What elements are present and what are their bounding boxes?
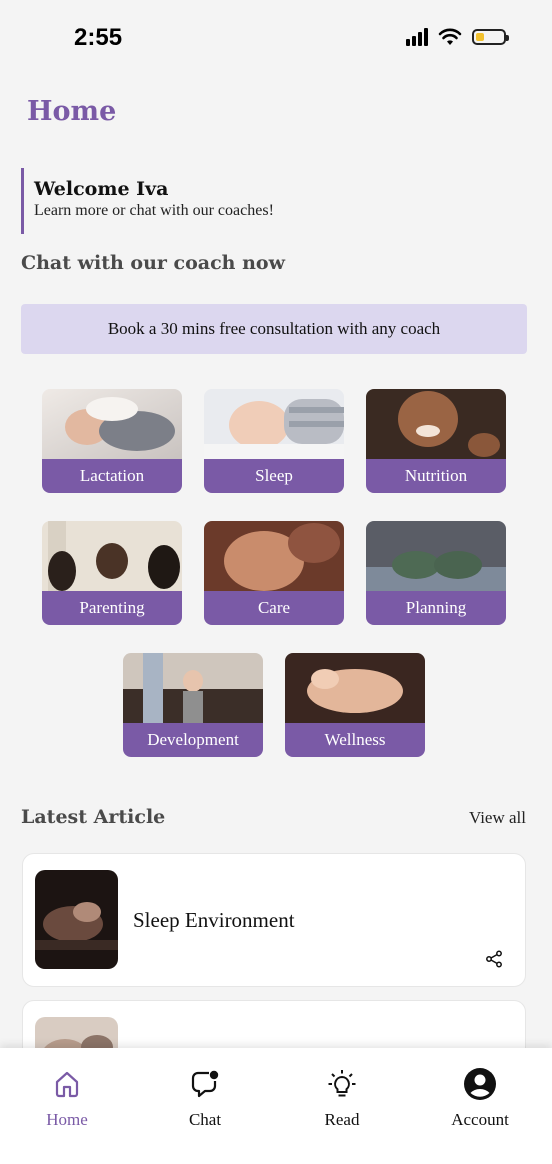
lightbulb-icon xyxy=(328,1070,356,1097)
category-nutrition[interactable]: Nutrition xyxy=(366,389,506,493)
category-label: Nutrition xyxy=(366,459,506,493)
bottom-nav: Home Chat Read Account xyxy=(0,1048,552,1164)
wellness-image xyxy=(285,653,425,723)
category-care[interactable]: Care xyxy=(204,521,344,625)
category-label: Lactation xyxy=(42,459,182,493)
category-development[interactable]: Development xyxy=(123,653,263,757)
article-card[interactable]: Sleep Environment xyxy=(22,853,526,987)
account-icon xyxy=(464,1068,496,1100)
lactation-image xyxy=(42,389,182,459)
view-all-link[interactable]: View all xyxy=(469,808,526,828)
category-label: Wellness xyxy=(285,723,425,757)
category-sleep[interactable]: Sleep xyxy=(204,389,344,493)
category-wellness[interactable]: Wellness xyxy=(285,653,425,757)
coach-section-title: Chat with our coach now xyxy=(21,252,285,274)
status-icons xyxy=(406,28,509,46)
care-image xyxy=(204,521,344,591)
nav-chat[interactable]: Chat xyxy=(145,1066,265,1130)
signal-icon xyxy=(406,28,428,46)
nav-account[interactable]: Account xyxy=(420,1066,540,1130)
category-lactation[interactable]: Lactation xyxy=(42,389,182,493)
battery-level xyxy=(476,33,484,41)
nav-label: Read xyxy=(324,1110,360,1129)
development-image xyxy=(123,653,263,723)
article-title: Sleep Environment xyxy=(133,908,295,932)
status-time: 2:55 xyxy=(74,24,123,51)
wifi-icon xyxy=(438,28,462,45)
category-planning[interactable]: Planning xyxy=(366,521,506,625)
nav-label: Chat xyxy=(188,1110,222,1129)
planning-image xyxy=(366,521,506,591)
sleep-image xyxy=(204,389,344,459)
battery-icon xyxy=(472,29,509,45)
latest-article-title: Latest Article xyxy=(21,806,166,828)
category-label: Development xyxy=(123,723,263,757)
home-icon xyxy=(55,1071,79,1098)
welcome-block: Welcome Iva Learn more or chat with our … xyxy=(21,168,274,234)
share-icon[interactable] xyxy=(485,950,503,968)
category-label: Planning xyxy=(366,591,506,625)
status-bar: 2:55 xyxy=(0,0,552,80)
welcome-title: Welcome Iva xyxy=(34,178,169,200)
parenting-image xyxy=(42,521,182,591)
nav-home[interactable]: Home xyxy=(7,1066,127,1130)
book-consultation-button[interactable]: Book a 30 mins free consultation with an… xyxy=(21,304,527,354)
chat-icon xyxy=(191,1070,219,1098)
nutrition-image xyxy=(366,389,506,459)
category-label: Parenting xyxy=(42,591,182,625)
category-parenting[interactable]: Parenting xyxy=(42,521,182,625)
nav-read[interactable]: Read xyxy=(282,1066,402,1130)
article-thumbnail xyxy=(35,870,118,969)
nav-label: Account xyxy=(451,1110,509,1129)
page-title: Home xyxy=(27,96,117,127)
category-label: Sleep xyxy=(204,459,344,493)
nav-label: Home xyxy=(46,1110,88,1129)
category-label: Care xyxy=(204,591,344,625)
welcome-subtitle: Learn more or chat with our coaches! xyxy=(34,202,274,219)
